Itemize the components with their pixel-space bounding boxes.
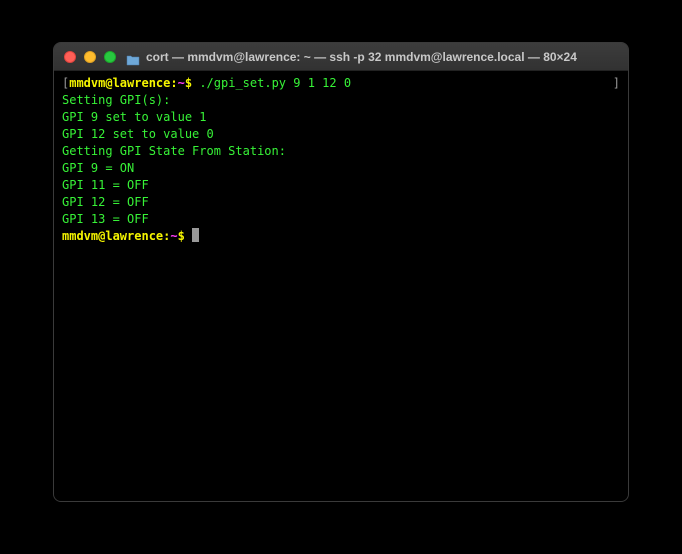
- output-line: Getting GPI State From Station:: [62, 143, 620, 160]
- terminal-window: cort — mmdvm@lawrence: ~ — ssh -p 32 mmd…: [53, 42, 629, 502]
- window-title: cort — mmdvm@lawrence: ~ — ssh -p 32 mmd…: [146, 50, 577, 64]
- output-line: GPI 12 set to value 0: [62, 126, 620, 143]
- output-line: GPI 9 = ON: [62, 160, 620, 177]
- prompt-path: ~: [170, 229, 177, 243]
- output-line: GPI 12 = OFF: [62, 194, 620, 211]
- folder-icon: [126, 51, 140, 63]
- prompt-separator: :: [170, 76, 177, 90]
- minimize-icon[interactable]: [84, 51, 96, 63]
- titlebar[interactable]: cort — mmdvm@lawrence: ~ — ssh -p 32 mmd…: [54, 43, 628, 71]
- close-icon[interactable]: [64, 51, 76, 63]
- prompt-path: ~: [178, 76, 185, 90]
- output-line: GPI 11 = OFF: [62, 177, 620, 194]
- prompt-line: mmdvm@lawrence:~$: [62, 228, 620, 245]
- prompt-symbol: $: [178, 229, 185, 243]
- output-line: GPI 13 = OFF: [62, 211, 620, 228]
- traffic-lights: [64, 51, 116, 63]
- prompt-symbol: $: [185, 76, 192, 90]
- prompt-user-host: mmdvm@lawrence: [62, 229, 163, 243]
- maximize-icon[interactable]: [104, 51, 116, 63]
- terminal-body[interactable]: [mmdvm@lawrence:~$ ./gpi_set.py 9 1 12 0…: [54, 71, 628, 501]
- output-line: Setting GPI(s):: [62, 92, 620, 109]
- output-line: GPI 9 set to value 1: [62, 109, 620, 126]
- terminal-line: [mmdvm@lawrence:~$ ./gpi_set.py 9 1 12 0…: [62, 75, 620, 92]
- prompt-user-host: mmdvm@lawrence: [69, 76, 170, 90]
- cursor-icon: [192, 228, 199, 242]
- bracket-close: ]: [613, 75, 620, 92]
- command-text: ./gpi_set.py 9 1 12 0: [199, 76, 351, 90]
